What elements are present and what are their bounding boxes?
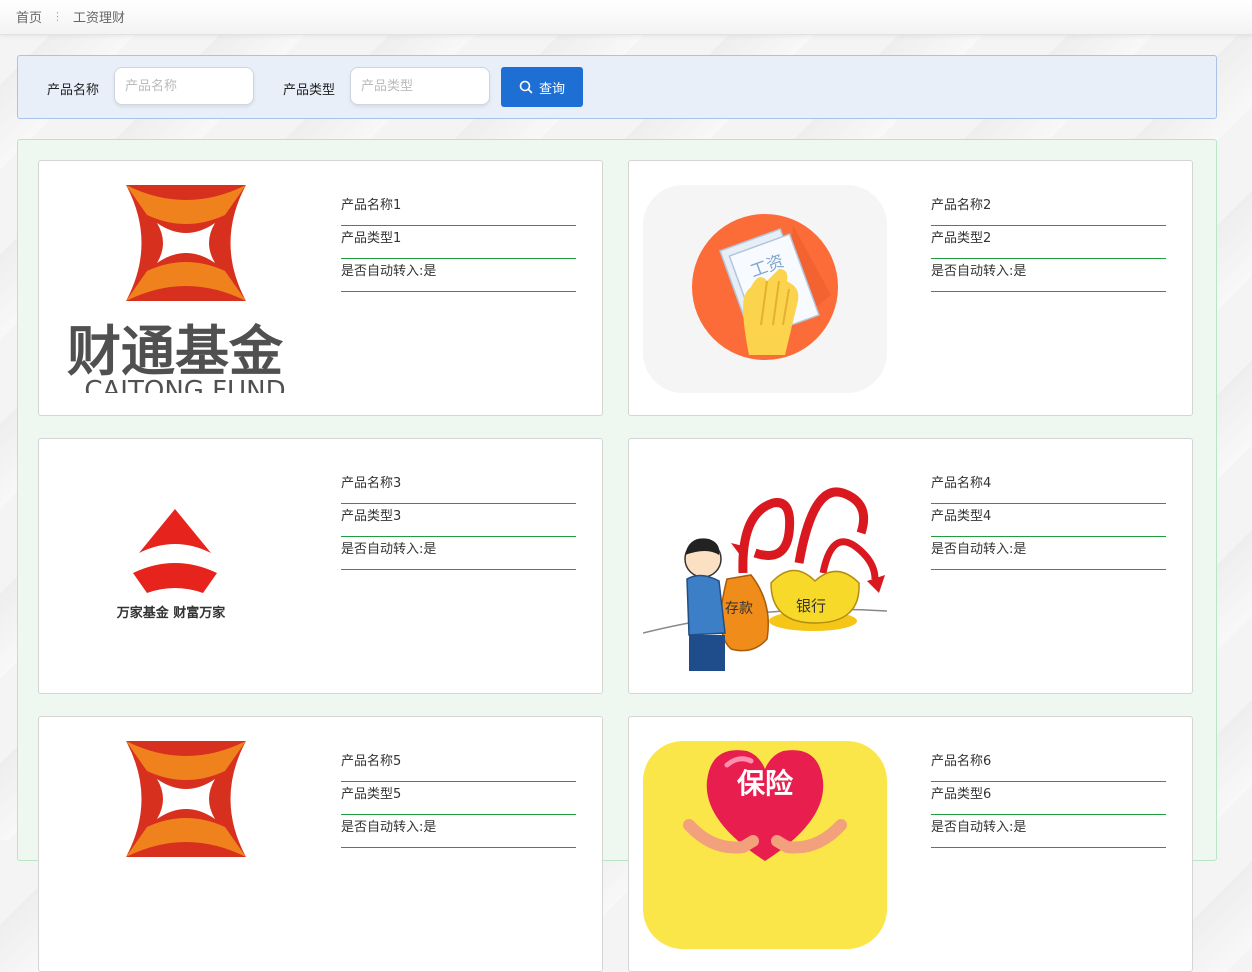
gold-text: 银行 <box>796 597 826 615</box>
product-name: 产品名称6 <box>931 750 1166 782</box>
caitong-fund-logo: 财通基金 CAITONG FUND <box>53 185 297 393</box>
product-name: 产品名称5 <box>341 750 576 782</box>
top-bar: 首页 ⋮ 工资理财 <box>0 0 1252 35</box>
product-type: 产品类型5 <box>341 783 576 815</box>
logo-text-en: CAITONG FUND <box>84 376 285 393</box>
product-card[interactable]: 银行 存款 产品名称4 产品类型4 是否自动转入:是 <box>628 438 1193 694</box>
product-info: 产品名称6 产品类型6 是否自动转入:是 <box>931 750 1166 849</box>
product-name-label: 产品名称 <box>47 83 100 98</box>
auto-transfer: 是否自动转入:是 <box>931 538 1166 570</box>
bag-text: 存款 <box>725 601 753 617</box>
auto-transfer: 是否自动转入:是 <box>341 816 576 848</box>
auto-transfer: 是否自动转入:是 <box>931 260 1166 292</box>
insurance-text: 保险 <box>737 767 794 800</box>
product-list: 财通基金 CAITONG FUND 产品名称1 产品类型1 是否自动转入:是 工… <box>17 139 1217 972</box>
breadcrumb-current: 工资理财 <box>73 11 126 26</box>
product-card[interactable]: 保险 产品名称6 产品类型6 是否自动转入:是 <box>628 716 1193 972</box>
breadcrumb: 首页 ⋮ 工资理财 <box>16 7 125 26</box>
product-name-input[interactable] <box>114 67 254 105</box>
insurance-heart-icon: 保险 <box>643 741 887 949</box>
product-info: 产品名称4 产品类型4 是否自动转入:是 <box>931 472 1166 571</box>
product-info: 产品名称2 产品类型2 是否自动转入:是 <box>931 194 1166 293</box>
product-type: 产品类型6 <box>931 783 1166 815</box>
query-button[interactable]: 查询 <box>501 67 583 107</box>
product-type: 产品类型2 <box>931 227 1166 259</box>
search-icon <box>519 80 533 94</box>
product-type: 产品类型4 <box>931 505 1166 537</box>
product-name: 产品名称4 <box>931 472 1166 504</box>
product-card[interactable]: 财通基金 CAITONG FUND 产品名称1 产品类型1 是否自动转入:是 <box>38 160 603 416</box>
breadcrumb-home[interactable]: 首页 <box>16 7 42 26</box>
auto-transfer: 是否自动转入:是 <box>341 538 576 570</box>
product-info: 产品名称1 产品类型1 是否自动转入:是 <box>341 194 576 293</box>
deposit-bank-cartoon: 银行 存款 <box>643 463 887 671</box>
product-card[interactable]: 工资 产品名称2 产品类型2 是否自动转入:是 <box>628 160 1193 416</box>
breadcrumb-separator-icon: ⋮ <box>52 10 64 23</box>
product-card[interactable]: 万家基金 财富万家 产品名称3 产品类型3 是否自动转入:是 <box>38 438 603 694</box>
logo-text-cn: 财通基金 <box>67 320 284 383</box>
wanjia-text: 万家基金 财富万家 <box>116 605 227 621</box>
salary-icon: 工资 <box>643 185 887 393</box>
product-name: 产品名称1 <box>341 194 576 226</box>
query-button-label: 查询 <box>538 81 565 97</box>
wanjia-fund-logo: 万家基金 财富万家 <box>53 463 297 671</box>
product-type-input[interactable] <box>350 67 490 105</box>
product-name: 产品名称2 <box>931 194 1166 226</box>
product-info: 产品名称3 产品类型3 是否自动转入:是 <box>341 472 576 571</box>
caitong-fund-logo <box>53 741 297 949</box>
product-type: 产品类型3 <box>341 505 576 537</box>
product-name: 产品名称3 <box>341 472 576 504</box>
product-card[interactable]: 产品名称5 产品类型5 是否自动转入:是 <box>38 716 603 972</box>
product-info: 产品名称5 产品类型5 是否自动转入:是 <box>341 750 576 849</box>
search-panel: 产品名称 产品类型 查询 <box>17 55 1217 119</box>
auto-transfer: 是否自动转入:是 <box>931 816 1166 848</box>
product-type: 产品类型1 <box>341 227 576 259</box>
product-type-label: 产品类型 <box>283 83 336 98</box>
auto-transfer: 是否自动转入:是 <box>341 260 576 292</box>
